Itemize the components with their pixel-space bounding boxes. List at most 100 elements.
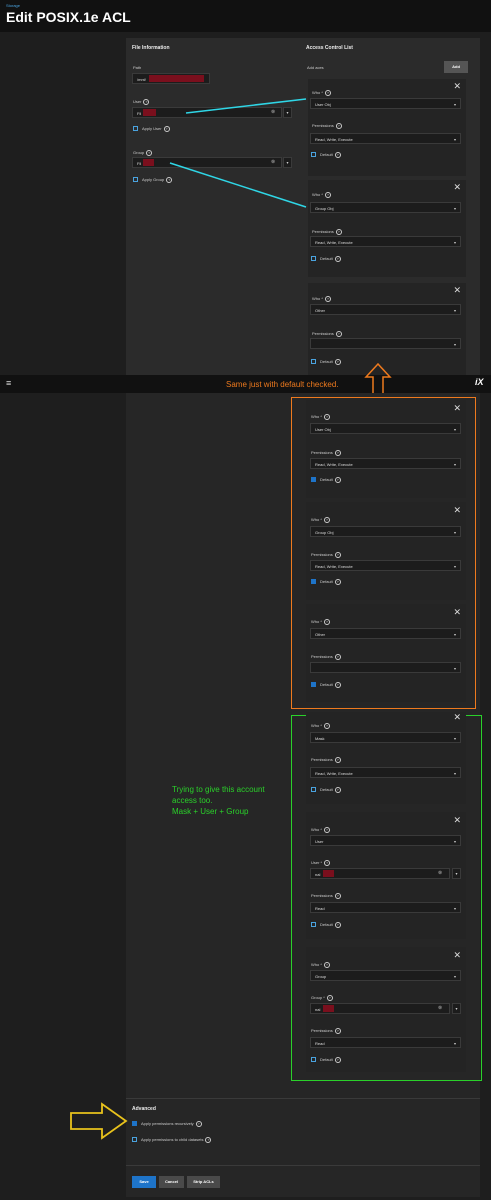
who-label: Who *? — [311, 827, 330, 833]
default-checkbox[interactable] — [311, 922, 316, 927]
permissions-select[interactable]: Read, Write, Execute ▾ — [310, 458, 461, 469]
who-label: Who *? — [311, 619, 330, 625]
default-checkbox[interactable] — [311, 787, 316, 792]
green-note-line-1: Trying to give this account — [172, 785, 265, 794]
default-ace-card-user-obj: ✕ Who *? User Obj ▾ Permissions? Read, Wr… — [306, 400, 466, 498]
redaction-block — [323, 1005, 334, 1012]
user-label: User *? — [311, 860, 331, 866]
annotation-green-note: Trying to give this account access too. … — [172, 784, 265, 817]
help-icon: ? — [323, 517, 330, 523]
permissions-label: Permissions? — [311, 450, 341, 456]
help-icon: ? — [334, 477, 341, 483]
chevron-down-icon: ▾ — [453, 906, 456, 911]
menu-icon[interactable]: ≡ — [6, 378, 11, 388]
default-label: Default? — [320, 787, 341, 793]
clear-icon[interactable]: ⊗ — [438, 870, 442, 876]
ace-card-mask: ✕ Who *? Mask ▾ Permissions? Read, Write,… — [306, 712, 466, 804]
default-checkbox[interactable] — [311, 1057, 316, 1062]
default-label: Default? — [320, 682, 341, 688]
permissions-label: Permissions? — [311, 552, 341, 558]
close-icon[interactable]: ✕ — [453, 404, 461, 413]
permissions-select[interactable]: Read, Write, Execute ▾ — [310, 767, 461, 778]
help-icon: ? — [324, 860, 331, 866]
who-select[interactable]: User Obj ▾ — [310, 423, 461, 434]
permissions-value: Read, Write, Execute — [315, 771, 353, 776]
default-label: Default? — [320, 477, 341, 483]
chevron-down-icon: ▾ — [453, 632, 456, 637]
who-value: User Obj — [315, 427, 331, 432]
who-select[interactable]: User ▾ — [310, 835, 461, 846]
recursive-checkbox[interactable] — [132, 1121, 137, 1126]
who-select[interactable]: Group ▾ — [310, 970, 461, 981]
help-icon: ? — [323, 962, 330, 968]
who-value: Mask — [315, 736, 325, 741]
permissions-select[interactable]: Read ▾ — [310, 1037, 461, 1048]
default-label: Default? — [320, 1057, 341, 1063]
chevron-down-icon: ▾ — [453, 462, 456, 467]
who-select[interactable]: Other ▾ — [310, 628, 461, 639]
permissions-select[interactable]: Read ▾ — [310, 902, 461, 913]
who-label: Who *? — [311, 517, 330, 523]
group-value: nal — [315, 1007, 321, 1012]
who-select[interactable]: Mask ▾ — [310, 732, 461, 743]
who-select[interactable]: Group Obj ▾ — [310, 526, 461, 537]
help-icon: ? — [334, 450, 341, 456]
default-label: Default? — [320, 579, 341, 585]
permissions-select[interactable]: ▾ — [310, 662, 461, 673]
help-icon: ? — [323, 827, 330, 833]
cancel-button[interactable]: Cancel — [159, 1176, 184, 1188]
default-checkbox[interactable] — [311, 579, 316, 584]
help-icon: ? — [334, 757, 341, 763]
green-note-line-3: Mask + User + Group — [172, 807, 249, 816]
user-dropdown-button[interactable]: ▾ — [452, 868, 461, 879]
chevron-down-icon: ▾ — [453, 1041, 456, 1046]
recursive-label: Apply permissions recursively? — [141, 1121, 202, 1127]
chevron-down-icon: ▾ — [453, 530, 456, 535]
green-note-line-2: access too. — [172, 796, 213, 805]
group-dropdown-button[interactable]: ▾ — [452, 1003, 461, 1014]
child-datasets-label: Apply permissions to child datasets? — [141, 1137, 212, 1143]
default-checkbox[interactable] — [311, 477, 316, 482]
annotation-orange-note: Same just with default checked. — [226, 380, 339, 389]
help-icon: ? — [205, 1137, 212, 1143]
truenas-logo: iX — [475, 377, 484, 387]
help-icon: ? — [334, 579, 341, 585]
chevron-down-icon: ▾ — [453, 839, 456, 844]
close-icon[interactable]: ✕ — [453, 816, 461, 825]
help-icon: ? — [195, 1121, 202, 1127]
who-value: Group — [315, 974, 327, 979]
default-ace-card-other: ✕ Who *? Other ▾ Permissions? ▾ Default? — [306, 604, 466, 702]
close-icon[interactable]: ✕ — [453, 951, 461, 960]
permissions-select[interactable]: Read, Write, Execute ▾ — [310, 560, 461, 571]
close-icon[interactable]: ✕ — [453, 608, 461, 617]
help-icon: ? — [323, 414, 330, 420]
close-icon[interactable]: ✕ — [453, 713, 461, 722]
help-icon: ? — [334, 682, 341, 688]
ace-card-group: ✕ Who *? Group ▾ Group *? nal ⊗ ▾ Permiss… — [306, 947, 466, 1072]
help-icon: ? — [334, 654, 341, 660]
permissions-label: Permissions? — [311, 654, 341, 660]
annotation-line-user — [185, 98, 307, 114]
who-label: Who *? — [311, 414, 330, 420]
permissions-label: Permissions? — [311, 1028, 341, 1034]
who-label: Who *? — [311, 723, 330, 729]
redaction-block — [323, 870, 334, 877]
clear-icon[interactable]: ⊗ — [438, 1005, 442, 1011]
child-datasets-checkbox[interactable] — [132, 1137, 137, 1142]
close-icon[interactable]: ✕ — [453, 506, 461, 515]
divider — [126, 1098, 480, 1099]
chevron-down-icon: ▾ — [453, 666, 456, 671]
help-icon: ? — [326, 995, 333, 1001]
permissions-value: Read, Write, Execute — [315, 462, 353, 467]
permissions-label: Permissions? — [311, 893, 341, 899]
strip-acls-button[interactable]: Strip ACLs — [187, 1176, 220, 1188]
chevron-down-icon: ▾ — [453, 771, 456, 776]
permissions-value: Read — [315, 1041, 325, 1046]
default-checkbox[interactable] — [311, 682, 316, 687]
default-label: Default? — [320, 922, 341, 928]
who-value: Group Obj — [315, 530, 334, 535]
annotation-right-arrow — [70, 1102, 128, 1140]
group-label: Group *? — [311, 995, 333, 1001]
default-ace-card-group-obj: ✕ Who *? Group Obj ▾ Permissions? Read, W… — [306, 502, 466, 600]
save-button[interactable]: Save — [132, 1176, 156, 1188]
